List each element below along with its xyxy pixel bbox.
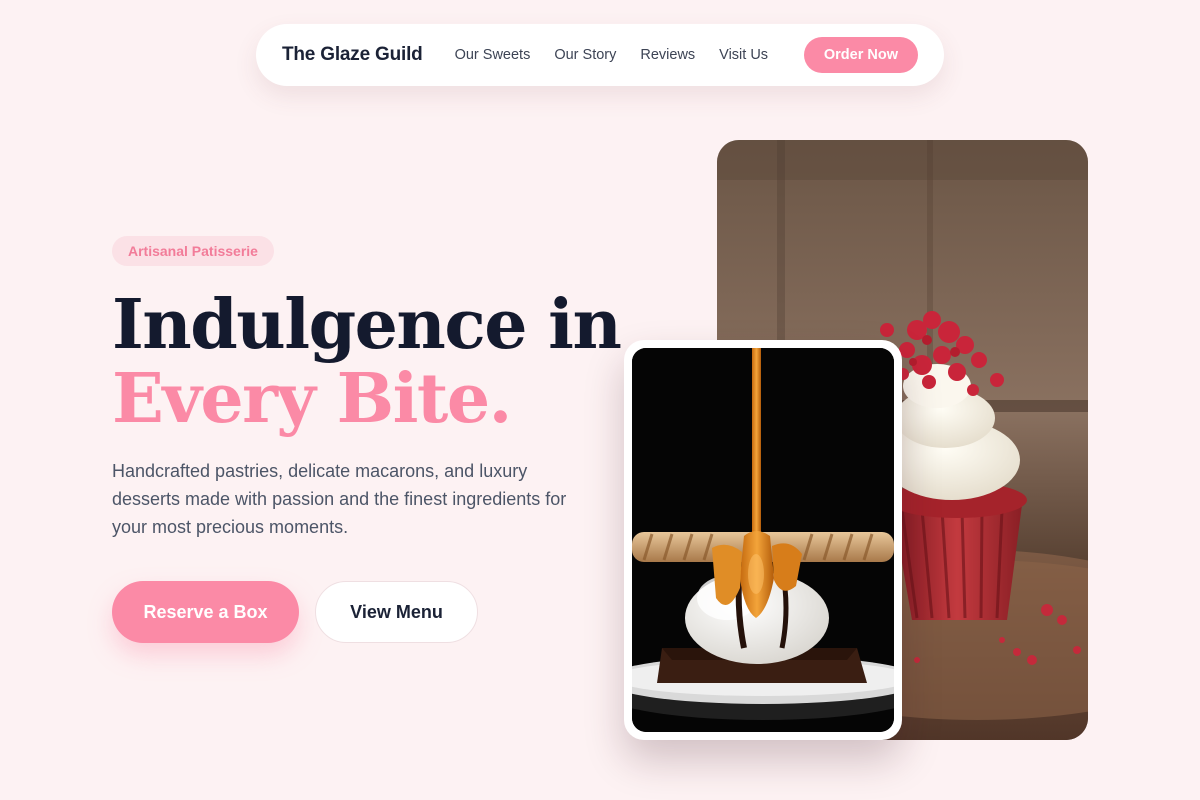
- top-navigation-bar: The Glaze Guild Our Sweets Our Story Rev…: [256, 24, 944, 86]
- nav-link-our-story[interactable]: Our Story: [554, 47, 616, 63]
- nav-link-our-sweets[interactable]: Our Sweets: [455, 47, 531, 63]
- order-now-button[interactable]: Order Now: [803, 37, 918, 73]
- headline-line-1: Indulgence in: [112, 285, 622, 365]
- nav-link-reviews[interactable]: Reviews: [640, 47, 695, 63]
- hero-description: Handcrafted pastries, delicate macarons,…: [112, 461, 567, 537]
- view-menu-button[interactable]: View Menu: [315, 581, 478, 643]
- reserve-box-button[interactable]: Reserve a Box: [112, 581, 299, 643]
- category-badge: Artisanal Patisserie: [112, 236, 274, 266]
- caramel-dessert-photo-card: [624, 340, 902, 740]
- hero-headline: Indulgence in Every Bite.: [112, 288, 632, 436]
- brand-logo-text[interactable]: The Glaze Guild: [282, 44, 423, 66]
- nav-links: Our Sweets Our Story Reviews Visit Us: [455, 47, 792, 63]
- nav-link-visit-us[interactable]: Visit Us: [719, 47, 768, 63]
- caramel-dessert-illustration: [632, 348, 894, 732]
- caramel-ice-cream-brownie-photo: [632, 348, 894, 732]
- headline-line-2-accent: Every Bite.: [112, 359, 512, 439]
